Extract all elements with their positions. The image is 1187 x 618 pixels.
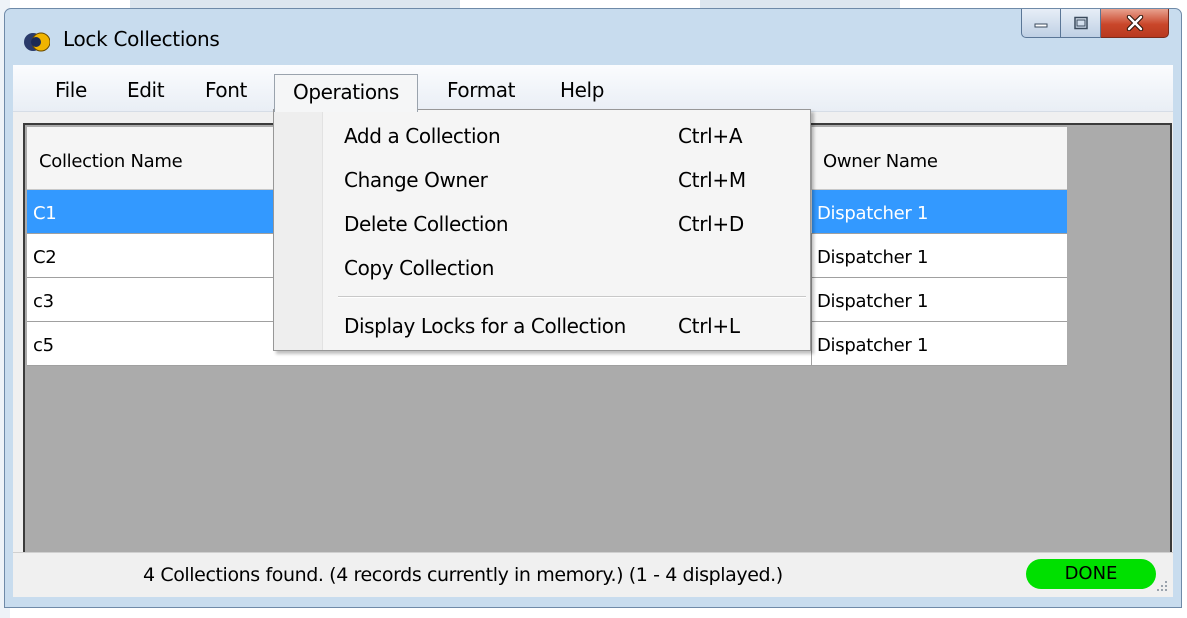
maximize-button[interactable] bbox=[1061, 9, 1101, 38]
status-badge: DONE bbox=[1026, 559, 1156, 589]
window-title: Lock Collections bbox=[63, 27, 220, 51]
menu-item-label: Add a Collection bbox=[344, 124, 501, 148]
minimize-icon bbox=[1034, 23, 1048, 28]
menu-item-label: Copy Collection bbox=[344, 256, 495, 280]
column-divider bbox=[811, 127, 812, 189]
menu-item-shortcut: Ctrl+M bbox=[678, 168, 746, 192]
menu-item-label: Delete Collection bbox=[344, 212, 509, 236]
cell-divider bbox=[811, 190, 812, 233]
status-bar: 4 Collections found. (4 records currentl… bbox=[13, 552, 1173, 597]
status-message: 4 Collections found. (4 records currentl… bbox=[143, 564, 783, 586]
app-logo-icon bbox=[24, 32, 50, 52]
menu-separator bbox=[338, 296, 806, 298]
menu-item-shortcut: Ctrl+L bbox=[678, 314, 740, 338]
menu-help[interactable]: Help bbox=[560, 78, 604, 102]
column-header-collection-name[interactable]: Collection Name bbox=[39, 151, 183, 172]
operations-dropdown-menu: Add a Collection Ctrl+A Change Owner Ctr… bbox=[273, 109, 811, 351]
owner-name-cell[interactable]: Dispatcher 1 bbox=[817, 203, 928, 224]
cell-divider bbox=[811, 322, 812, 365]
menu-item-display-locks[interactable]: Display Locks for a Collection Ctrl+L bbox=[322, 304, 808, 348]
menu-item-label: Change Owner bbox=[344, 168, 488, 192]
menu-font[interactable]: Font bbox=[205, 78, 247, 102]
menu-format[interactable]: Format bbox=[447, 78, 515, 102]
menu-item-delete-collection[interactable]: Delete Collection Ctrl+D bbox=[322, 202, 808, 246]
close-icon bbox=[1126, 15, 1143, 31]
collection-name-cell[interactable]: c5 bbox=[33, 335, 54, 356]
menu-item-copy-collection[interactable]: Copy Collection bbox=[322, 246, 808, 290]
menu-file[interactable]: File bbox=[55, 78, 87, 102]
background-stripe bbox=[130, 0, 460, 8]
menu-edit[interactable]: Edit bbox=[127, 78, 165, 102]
column-header-owner-name[interactable]: Owner Name bbox=[823, 151, 938, 172]
cell-divider bbox=[811, 234, 812, 277]
owner-name-cell[interactable]: Dispatcher 1 bbox=[817, 291, 928, 312]
menu-bar: File Edit Font Operations Format Help bbox=[13, 65, 1173, 112]
maximize-icon bbox=[1073, 16, 1088, 30]
collection-name-cell[interactable]: C1 bbox=[33, 203, 57, 224]
owner-name-cell[interactable]: Dispatcher 1 bbox=[817, 247, 928, 268]
cell-divider bbox=[811, 278, 812, 321]
menu-operations[interactable]: Operations bbox=[274, 74, 418, 112]
menu-item-shortcut: Ctrl+D bbox=[678, 212, 744, 236]
collection-name-cell[interactable]: C2 bbox=[33, 247, 57, 268]
minimize-button[interactable] bbox=[1021, 9, 1061, 38]
window-controls bbox=[1021, 9, 1169, 39]
menu-item-shortcut: Ctrl+A bbox=[678, 124, 743, 148]
menu-item-change-owner[interactable]: Change Owner Ctrl+M bbox=[322, 158, 808, 202]
background-stripe bbox=[700, 0, 900, 8]
collection-name-cell[interactable]: c3 bbox=[33, 291, 54, 312]
owner-name-cell[interactable]: Dispatcher 1 bbox=[817, 335, 928, 356]
menu-item-label: Display Locks for a Collection bbox=[344, 314, 626, 338]
resize-grip-icon[interactable] bbox=[1153, 577, 1169, 593]
title-bar[interactable]: Lock Collections bbox=[5, 9, 1181, 65]
menu-item-add-collection[interactable]: Add a Collection Ctrl+A bbox=[322, 114, 808, 158]
menu-icon-gutter bbox=[274, 110, 323, 350]
close-button[interactable] bbox=[1101, 9, 1169, 38]
